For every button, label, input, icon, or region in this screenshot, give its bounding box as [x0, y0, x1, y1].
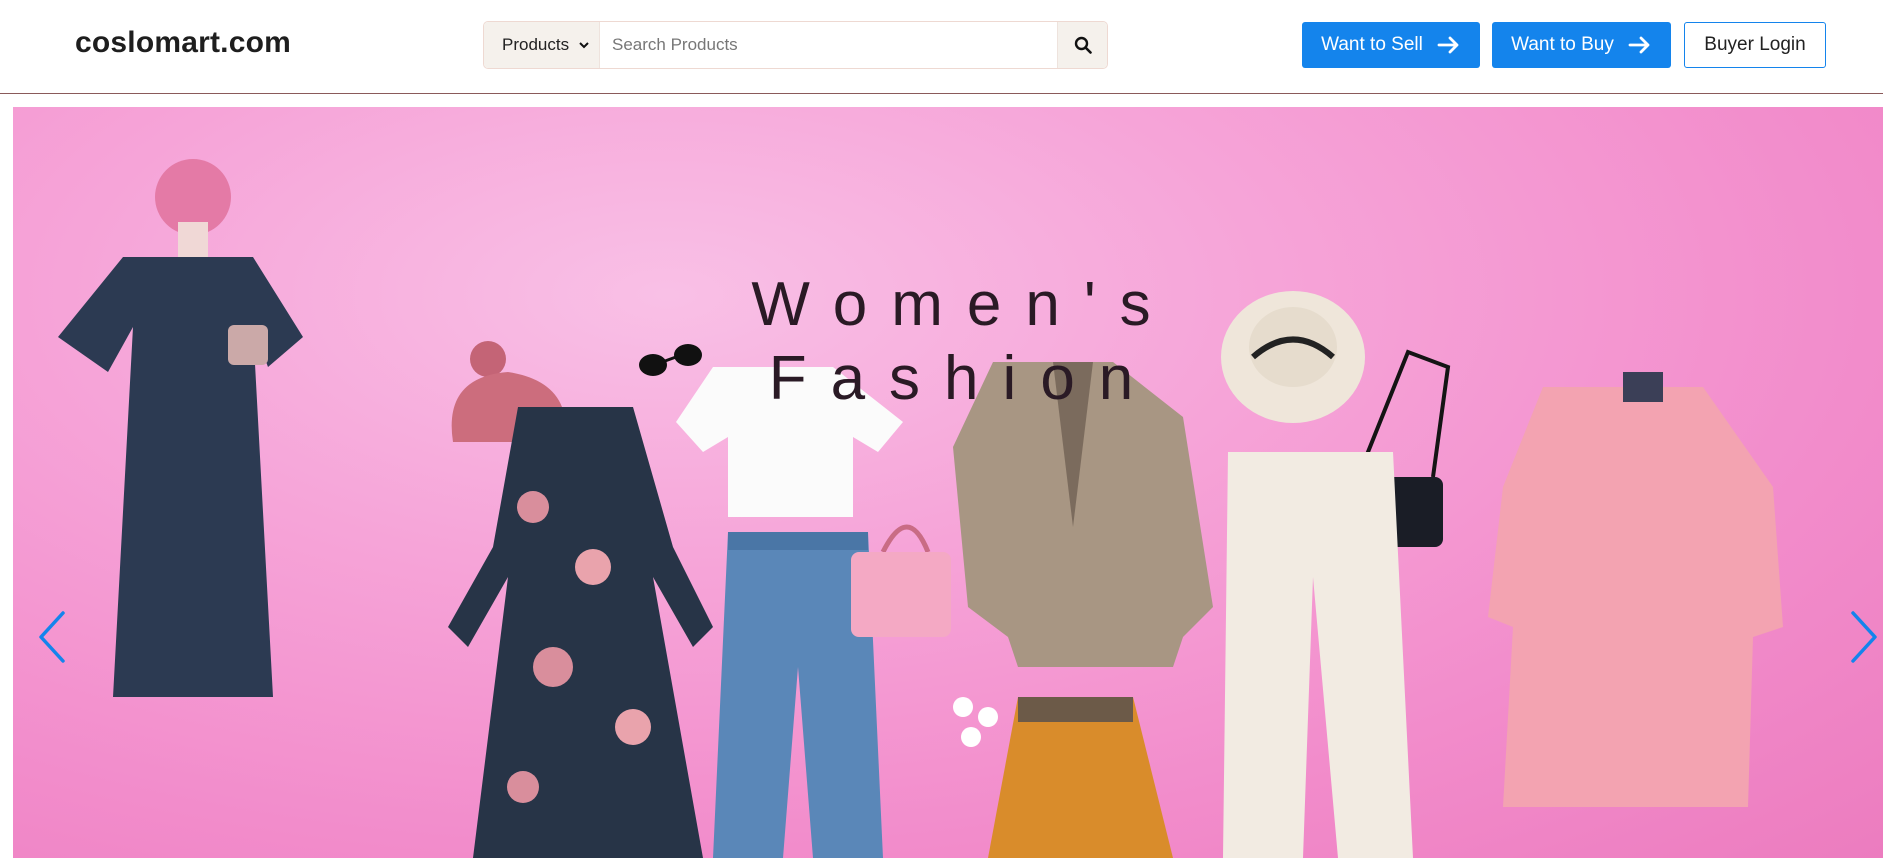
chevron-down-icon: [579, 42, 589, 49]
search-button[interactable]: [1057, 22, 1107, 68]
hero-carousel: Women's Fashion: [13, 107, 1883, 858]
pink-coat-illustration: [1488, 372, 1783, 807]
search-input[interactable]: [600, 22, 1057, 68]
skirt-illustration: [988, 697, 1173, 858]
sunglasses-illustration: [639, 344, 702, 376]
hero-title-line2: Fashion: [768, 344, 1158, 413]
category-select[interactable]: Products: [484, 22, 600, 68]
hero-fashion-image: [58, 159, 1783, 858]
want-to-buy-label: Want to Buy: [1511, 34, 1614, 55]
want-to-sell-button[interactable]: Want to Sell: [1302, 22, 1480, 68]
pearls-illustration: [953, 697, 998, 747]
want-to-sell-label: Want to Sell: [1321, 34, 1423, 55]
floral-dress-illustration: [448, 407, 713, 858]
chevron-right-icon: [1851, 611, 1877, 663]
dress-mannequin-illustration: [58, 159, 303, 697]
straw-hat-illustration: [1221, 291, 1365, 423]
want-to-buy-button[interactable]: Want to Buy: [1492, 22, 1671, 68]
search-bar: Products: [483, 21, 1108, 69]
search-icon: [1074, 36, 1092, 54]
arrow-right-icon: [1628, 36, 1650, 54]
hero-title-line1: Women's: [751, 270, 1175, 339]
arrow-right-icon: [1437, 36, 1459, 54]
chevron-left-icon: [39, 611, 65, 663]
site-logo[interactable]: coslomart.com: [75, 26, 291, 60]
buyer-login-label: Buyer Login: [1704, 34, 1806, 55]
site-header: coslomart.com Products Want to Sell Want…: [0, 0, 1883, 94]
cream-pants-illustration: [1223, 452, 1413, 858]
category-select-value: Products: [502, 35, 570, 54]
carousel-next-button[interactable]: [1843, 607, 1883, 667]
carousel-prev-button[interactable]: [33, 607, 73, 667]
buyer-login-button[interactable]: Buyer Login: [1684, 22, 1826, 68]
